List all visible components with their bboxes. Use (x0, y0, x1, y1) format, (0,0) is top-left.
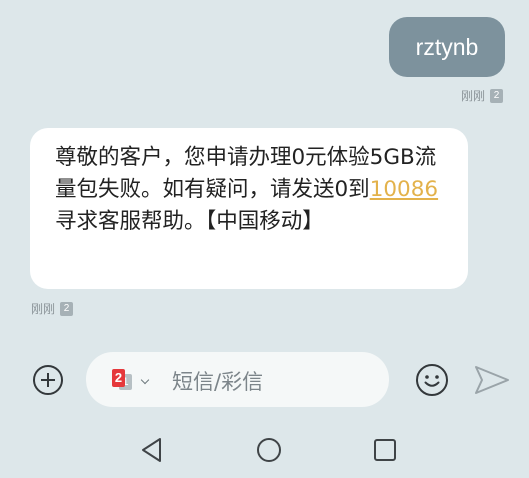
input-placeholder: 短信/彩信 (172, 370, 264, 394)
incoming-message-time: 刚刚 (31, 302, 56, 316)
incoming-message-meta: 刚刚 2 (31, 300, 74, 317)
chevron-down-icon (140, 375, 150, 385)
outgoing-message-time: 刚刚 (460, 89, 485, 103)
home-circle-icon[interactable] (255, 436, 283, 464)
incoming-message-text-tail: 寻求客服帮助。【中国移动】 (55, 209, 324, 234)
emoji-icon[interactable] (415, 363, 449, 397)
send-icon[interactable] (474, 365, 510, 395)
outgoing-sim-badge: 2 (490, 88, 503, 103)
add-icon[interactable] (33, 365, 63, 395)
sim-selected-badge: 2 (112, 369, 125, 387)
incoming-sim-badge: 2 (60, 301, 74, 316)
phone-number-link[interactable]: 10086 (370, 177, 438, 202)
recent-square-icon[interactable] (372, 436, 398, 464)
outgoing-message-bubble[interactable]: rztynb (389, 17, 505, 77)
outgoing-message-meta: 刚刚 2 (461, 87, 503, 104)
sim-selector[interactable]: 1 2 (112, 369, 158, 391)
outgoing-message-text: rztynb (415, 33, 479, 60)
back-triangle-icon[interactable] (140, 436, 164, 464)
message-input[interactable]: 1 2 短信/彩信 (86, 352, 389, 407)
incoming-message-bubble[interactable]: 尊敬的客户，您申请办理0元体验5GB流量包失败。如有疑问，请发送0到10086寻… (30, 128, 468, 289)
